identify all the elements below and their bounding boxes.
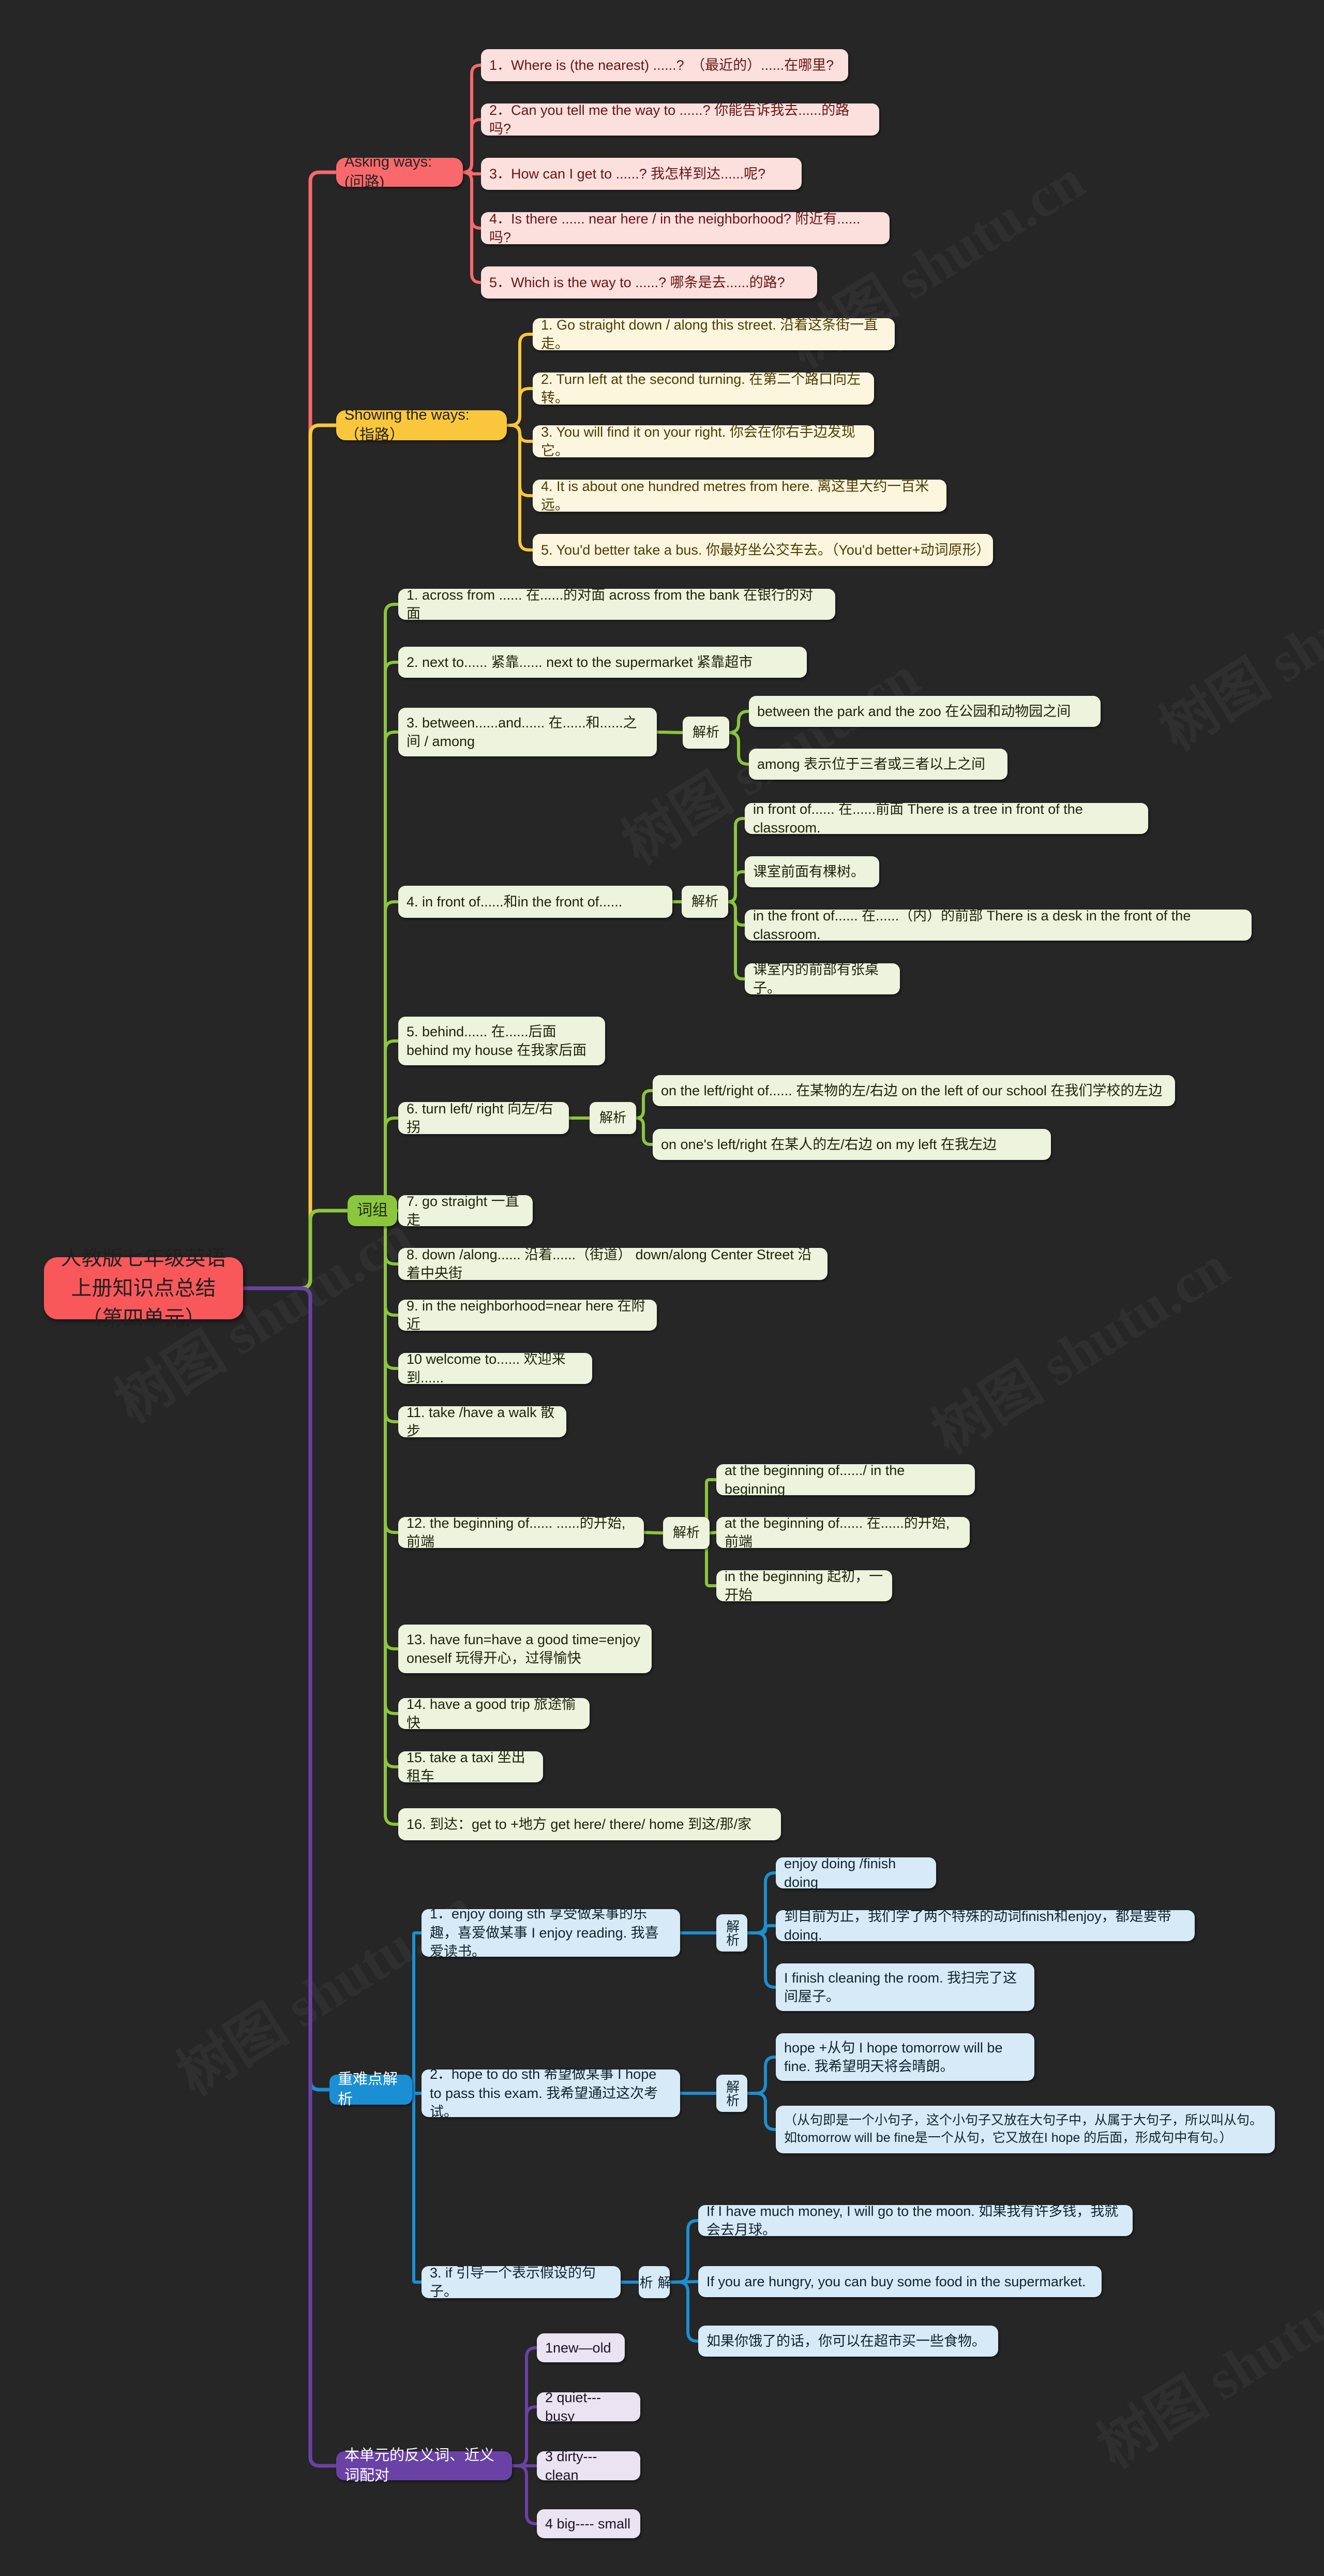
- card-keypoint-3[interactable]: 3. if 引导一个表示假设的句子。: [422, 2265, 621, 2299]
- card-keypoint-3-sub-2[interactable]: If you are hungry, you can buy some food…: [698, 2266, 1102, 2297]
- card-phrase-12-sub-1[interactable]: at the beginning of....../ in the beginn…: [716, 1463, 975, 1497]
- branch-phrases[interactable]: 词组: [348, 1195, 397, 1226]
- card-keypoint-1[interactable]: 1．enjoy doing sth 享受做某事的乐趣，喜爱做某事 I enjoy…: [422, 1906, 680, 1959]
- card-phrase-16[interactable]: 16. 到达：get to +地方 get here/ there/ home …: [398, 1808, 781, 1840]
- watermark: 树图 shutu.cn: [1079, 2235, 1324, 2483]
- card-phrase-4-sub-1[interactable]: in front of...... 在......前面 There is a t…: [745, 801, 1148, 836]
- card-showing-3[interactable]: 3. You will find it on your right. 你会在你右…: [533, 424, 874, 458]
- card-phrase-5[interactable]: 5. behind...... 在......后面 behind my hous…: [398, 1017, 605, 1065]
- card-asking-5[interactable]: 5．Which is the way to ......? 哪条是去......…: [481, 266, 817, 299]
- card-phrase-4-sub-3[interactable]: in the front of...... 在......（内）的前部 Ther…: [745, 908, 1252, 942]
- card-phrase-12-sub-2[interactable]: at the beginning of...... 在......的开始,前端: [716, 1515, 970, 1550]
- card-phrase-6[interactable]: 6. turn left/ right 向左/右拐: [398, 1101, 569, 1135]
- card-antonym-3[interactable]: 3 dirty--- clean: [537, 2449, 640, 2483]
- analysis-label-k2[interactable]: 解析: [716, 2075, 747, 2112]
- card-antonym-1[interactable]: 1new—old: [537, 2333, 625, 2362]
- card-phrase-3-sub-2[interactable]: among 表示位于三者或三者以上之间: [749, 749, 1007, 780]
- card-phrase-14[interactable]: 14. have a good trip 旅途愉快: [398, 1696, 590, 1731]
- card-phrase-13[interactable]: 13. have fun=have a good time=enjoy ones…: [398, 1625, 652, 1673]
- analysis-label-12[interactable]: 解析: [663, 1517, 710, 1549]
- card-asking-2[interactable]: 2．Can you tell me the way to ......? 你能告…: [481, 102, 879, 137]
- card-phrase-4-sub-2[interactable]: 课室前面有棵树。: [745, 856, 879, 887]
- card-keypoint-1-sub-2[interactable]: 到目前为止，我们学了两个特殊的动词finish和enjoy，都是要带 doing…: [776, 1909, 1195, 1943]
- card-keypoint-2-sub-2[interactable]: （从句即是一个小句子，这个小句子又放在大句子中，从属于大句子，所以叫从句。如to…: [776, 2106, 1275, 2153]
- card-phrase-7[interactable]: 7. go straight 一直走: [398, 1194, 533, 1228]
- card-phrase-10[interactable]: 10 welcome to...... 欢迎来到......: [398, 1351, 592, 1386]
- card-showing-2[interactable]: 2. Turn left at the second turning. 在第二个…: [533, 371, 874, 406]
- card-asking-1[interactable]: 1．Where is (the nearest) ......? （最近的）..…: [481, 49, 848, 81]
- analysis-label-6[interactable]: 解析: [590, 1102, 636, 1134]
- watermark: 树图 shutu.cn: [1141, 517, 1324, 765]
- card-phrase-4[interactable]: 4. in front of......和in the front of....…: [398, 886, 672, 918]
- card-keypoint-3-sub-1[interactable]: If I have much money, I will go to the m…: [698, 2203, 1133, 2238]
- analysis-label-4[interactable]: 解析: [682, 886, 728, 918]
- mindmap-canvas: 树图 shutu.cn 树图 shutu.cn 树图 shutu.cn 树图 s…: [0, 0, 1324, 2576]
- card-keypoint-3-sub-3[interactable]: 如果你饿了的话，你可以在超市买一些食物。: [698, 2326, 998, 2357]
- card-asking-4[interactable]: 4．Is there ...... near here / in the nei…: [481, 211, 890, 245]
- card-keypoint-1-sub-1[interactable]: enjoy doing /finish doing: [776, 1856, 936, 1890]
- card-showing-4[interactable]: 4. It is about one hundred metres from h…: [533, 479, 946, 513]
- card-phrase-6-sub-2[interactable]: on one's left/right 在某人的左/右边 on my left …: [653, 1129, 1051, 1160]
- analysis-label-k3[interactable]: 解析: [638, 2266, 671, 2298]
- card-phrase-3[interactable]: 3. between......and...... 在......和......…: [398, 708, 657, 756]
- card-phrase-3-sub-1[interactable]: between the park and the zoo 在公园和动物园之间: [749, 696, 1101, 727]
- card-showing-1[interactable]: 1. Go straight down / along this street.…: [533, 317, 895, 351]
- card-phrase-4-sub-4[interactable]: 课室内的前部有张桌子。: [745, 962, 900, 996]
- analysis-label-3[interactable]: 解析: [683, 717, 729, 749]
- card-antonym-2[interactable]: 2 quiet--- busy: [537, 2390, 640, 2424]
- card-showing-5[interactable]: 5. You'd better take a bus. 你最好坐公交车去。（Yo…: [533, 534, 993, 566]
- card-keypoint-2[interactable]: 2．hope to do sth 希望做某事 I hope to pass th…: [422, 2066, 680, 2120]
- card-phrase-9[interactable]: 9. in the neighborhood=near here 在附近: [398, 1298, 657, 1332]
- watermark: 树图 shutu.cn: [914, 1221, 1242, 1469]
- analysis-label-k1[interactable]: 解析: [716, 1914, 747, 1952]
- root-node[interactable]: 人教版七年级英语上册知识点总结（第四单元）: [44, 1247, 243, 1330]
- card-phrase-2[interactable]: 2. next to...... 紧靠...... next to the su…: [398, 647, 807, 678]
- card-keypoint-1-sub-3[interactable]: I finish cleaning the room. 我扫完了这间屋子。: [776, 1963, 1034, 2011]
- card-phrase-11[interactable]: 11. take /have a walk 散步: [398, 1405, 566, 1439]
- card-phrase-15[interactable]: 15. take a taxi 坐出租车: [398, 1750, 543, 1784]
- branch-antonyms[interactable]: 本单元的反义词、近义词配对: [336, 2447, 512, 2484]
- card-phrase-8[interactable]: 8. down /along...... 沿着......（街道） down/a…: [398, 1247, 828, 1281]
- card-phrase-1[interactable]: 1. across from ...... 在......的对面 across …: [398, 587, 835, 621]
- branch-asking-ways[interactable]: Asking ways: (问路): [336, 154, 463, 190]
- card-phrase-12-sub-3[interactable]: in the beginning 起初，一开始: [716, 1569, 892, 1603]
- branch-showing-ways[interactable]: Showing the ways:（指路）: [336, 407, 507, 443]
- branch-key-points[interactable]: 重难点解析: [329, 2071, 412, 2108]
- card-antonym-4[interactable]: 4 big---- small: [537, 2509, 640, 2538]
- card-phrase-6-sub-1[interactable]: on the left/right of...... 在某物的左/右边 on t…: [653, 1075, 1175, 1106]
- card-keypoint-2-sub-1[interactable]: hope +从句 I hope tomorrow will be fine. 我…: [776, 2033, 1034, 2081]
- card-asking-3[interactable]: 3．How can I get to ......? 我怎样到达......呢?: [481, 158, 802, 190]
- card-phrase-12[interactable]: 12. the beginning of...... ......的开始,前端: [398, 1515, 644, 1550]
